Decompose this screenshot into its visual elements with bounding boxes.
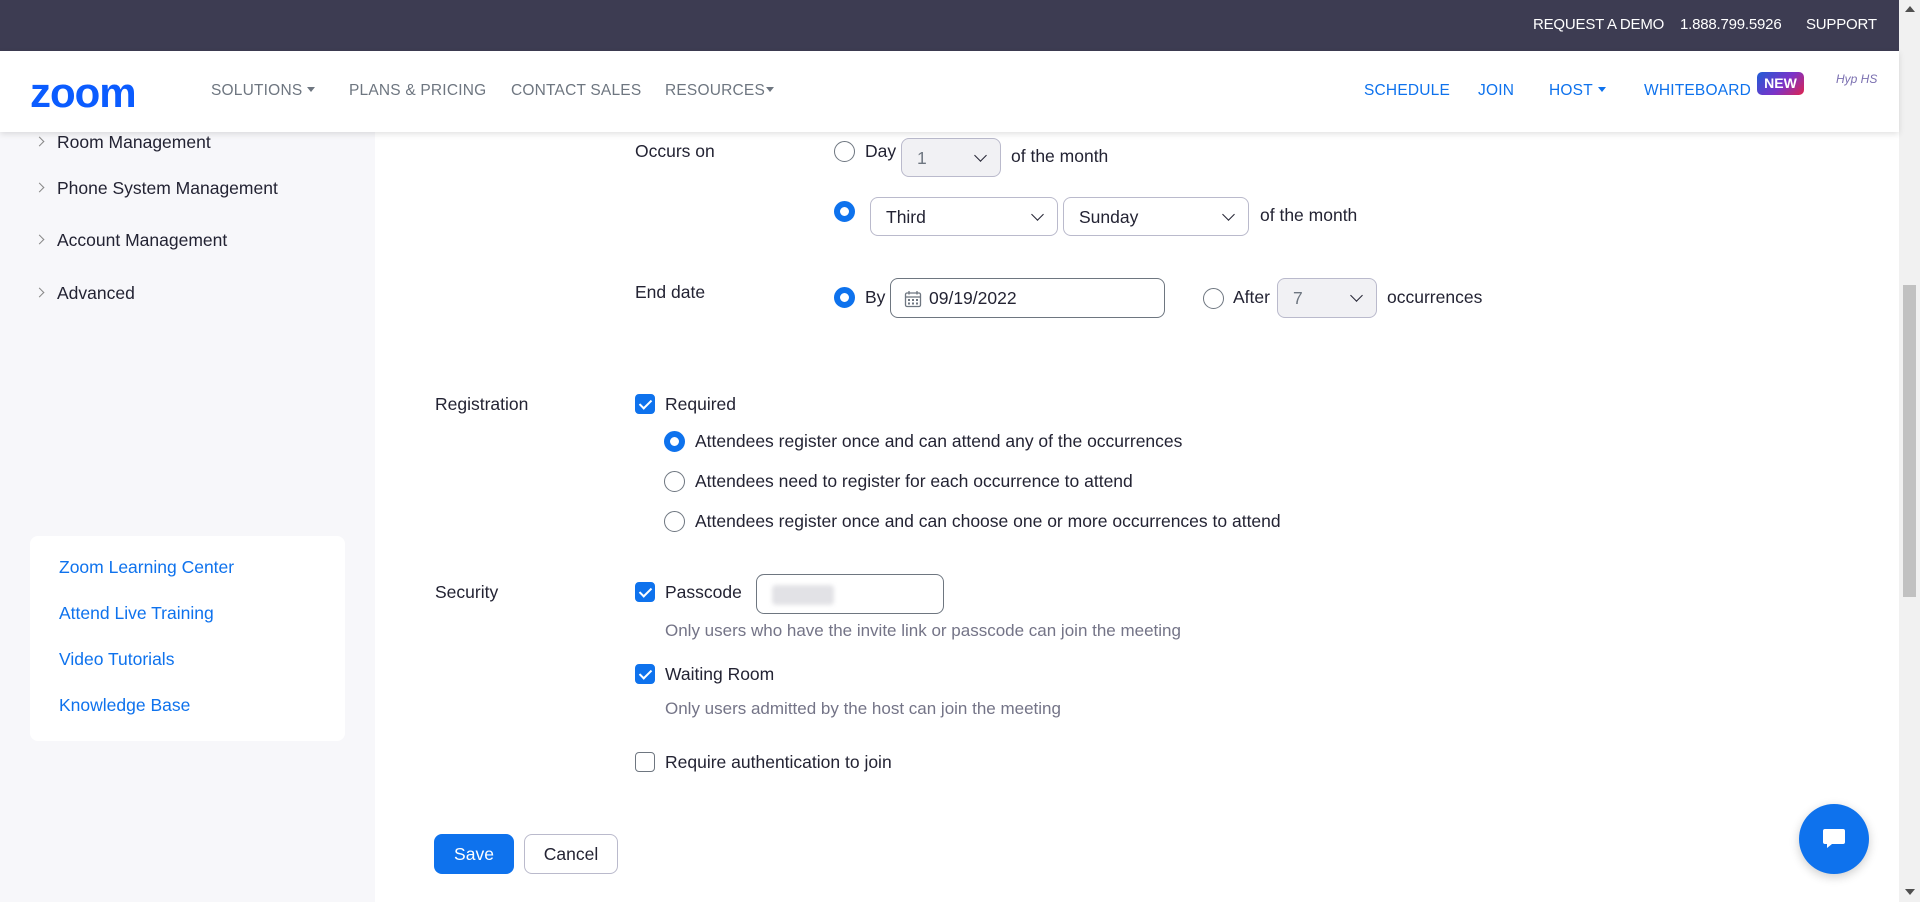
nav-resources[interactable]: RESOURCES: [665, 82, 774, 100]
scroll-down-icon[interactable]: [1905, 889, 1915, 895]
end-after-radio[interactable]: [1203, 288, 1224, 309]
occurs-on-week-radio[interactable]: [834, 201, 855, 222]
occurs-on-label: Occurs on: [635, 141, 715, 161]
registration-option-label: Attendees register once and can attend a…: [695, 431, 1183, 451]
week-select[interactable]: Third: [870, 197, 1058, 236]
avatar[interactable]: Hyp HS: [1836, 72, 1877, 86]
day-select-value: 1: [917, 148, 927, 168]
nav-join[interactable]: JOIN: [1478, 82, 1514, 100]
end-by-radio[interactable]: [834, 287, 855, 308]
registration-option-radio[interactable]: [664, 511, 685, 532]
nav-plans-pricing[interactable]: PLANS & PRICING: [349, 82, 486, 100]
nav-solutions-label: SOLUTIONS: [211, 82, 303, 99]
occurrences-label: occurrences: [1387, 287, 1483, 307]
help-link-video-tutorials[interactable]: Video Tutorials: [59, 649, 174, 670]
require-auth-label: Require authentication to join: [665, 752, 892, 772]
caret-down-icon: [765, 87, 774, 93]
of-month-label-2: of the month: [1260, 205, 1358, 225]
caret-down-icon: [1597, 87, 1606, 93]
sidebar-item-advanced[interactable]: Advanced: [34, 283, 135, 304]
nav-host-label: HOST: [1549, 82, 1593, 99]
help-link-live-training[interactable]: Attend Live Training: [59, 603, 214, 624]
chat-icon: [1823, 829, 1845, 848]
registration-option-label: Attendees register once and can choose o…: [695, 511, 1281, 531]
sidebar-item-phone-system[interactable]: Phone System Management: [34, 178, 278, 199]
registration-required-checkbox[interactable]: [635, 394, 655, 414]
help-card: Zoom Learning Center Attend Live Trainin…: [30, 536, 345, 741]
phone-link[interactable]: 1.888.799.5926: [1680, 16, 1782, 33]
nav-solutions[interactable]: SOLUTIONS: [211, 82, 316, 100]
nav-schedule[interactable]: SCHEDULE: [1364, 82, 1450, 100]
sidebar-item-label: Room Management: [57, 132, 211, 152]
passcode-value-redacted: [772, 585, 834, 605]
request-demo-link[interactable]: REQUEST A DEMO: [1533, 16, 1664, 33]
support-link[interactable]: SUPPORT: [1806, 16, 1877, 33]
chevron-down-icon: [1222, 208, 1235, 221]
page-scrollbar[interactable]: [1899, 0, 1920, 902]
save-button[interactable]: Save: [434, 834, 514, 874]
passcode-label: Passcode: [665, 582, 742, 602]
registration-option-radio[interactable]: [664, 431, 685, 452]
day-label: Day: [865, 141, 897, 161]
nav-whiteboard[interactable]: WHITEBOARD: [1644, 82, 1751, 100]
passcode-input[interactable]: [756, 574, 944, 614]
occurrences-select-value: 7: [1293, 288, 1303, 308]
week-select-value: Third: [886, 207, 926, 227]
sidebar-item-label: Advanced: [57, 283, 135, 303]
chevron-down-icon: [1350, 289, 1363, 302]
day-select[interactable]: 1: [901, 138, 1001, 177]
sidebar-item-label: Phone System Management: [57, 178, 278, 198]
caret-down-icon: [307, 87, 316, 93]
end-date-label: End date: [635, 282, 706, 302]
registration-required-label: Required: [665, 394, 737, 414]
of-month-label-1: of the month: [1011, 146, 1109, 166]
cancel-button[interactable]: Cancel: [524, 834, 618, 874]
help-link-learning-center[interactable]: Zoom Learning Center: [59, 557, 234, 578]
chevron-right-icon: [34, 136, 45, 147]
end-date-input[interactable]: 09/19/2022: [890, 278, 1165, 318]
scroll-up-icon[interactable]: [1905, 6, 1915, 12]
occurs-on-day-radio[interactable]: [834, 141, 855, 162]
main-nav: zoom SOLUTIONS PLANS & PRICING CONTACT S…: [0, 51, 1899, 132]
help-link-knowledge-base[interactable]: Knowledge Base: [59, 695, 190, 716]
registration-option-label: Attendees need to register for each occu…: [695, 471, 1133, 491]
chevron-right-icon: [34, 234, 45, 245]
weekday-select-value: Sunday: [1079, 207, 1139, 227]
calendar-icon: [904, 291, 922, 308]
passcode-hint: Only users who have the invite link or p…: [665, 621, 1181, 640]
sidebar-item-room-management[interactable]: Room Management: [34, 132, 211, 153]
nav-host[interactable]: HOST: [1549, 82, 1606, 100]
chevron-down-icon: [974, 149, 987, 162]
sidebar-item-label: Account Management: [57, 230, 228, 250]
weekday-select[interactable]: Sunday: [1063, 197, 1249, 236]
occurrences-select[interactable]: 7: [1277, 278, 1377, 318]
utility-bar: REQUEST A DEMO 1.888.799.5926 SUPPORT: [0, 0, 1899, 51]
sidebar-item-account-management[interactable]: Account Management: [34, 230, 228, 251]
waiting-room-checkbox[interactable]: [635, 664, 655, 684]
passcode-checkbox[interactable]: [635, 582, 655, 602]
scrollbar-thumb[interactable]: [1903, 285, 1916, 597]
chevron-right-icon: [34, 182, 45, 193]
chevron-right-icon: [34, 287, 45, 298]
require-auth-checkbox[interactable]: [635, 752, 655, 772]
chevron-down-icon: [1031, 208, 1044, 221]
sidebar: Room Management Phone System Management …: [0, 132, 375, 902]
registration-option-radio[interactable]: [664, 471, 685, 492]
chat-button[interactable]: [1799, 804, 1869, 874]
nav-contact-sales[interactable]: CONTACT SALES: [511, 82, 641, 100]
nav-resources-label: RESOURCES: [665, 82, 765, 99]
end-date-value: 09/19/2022: [929, 288, 1017, 308]
by-label: By: [865, 287, 886, 307]
after-label: After: [1233, 287, 1270, 307]
registration-label: Registration: [435, 394, 529, 414]
zoom-logo[interactable]: zoom: [30, 69, 137, 117]
waiting-room-label: Waiting Room: [665, 664, 775, 684]
waiting-room-hint: Only users admitted by the host can join…: [665, 699, 1061, 718]
new-badge: NEW: [1757, 72, 1804, 95]
security-label: Security: [435, 582, 499, 602]
